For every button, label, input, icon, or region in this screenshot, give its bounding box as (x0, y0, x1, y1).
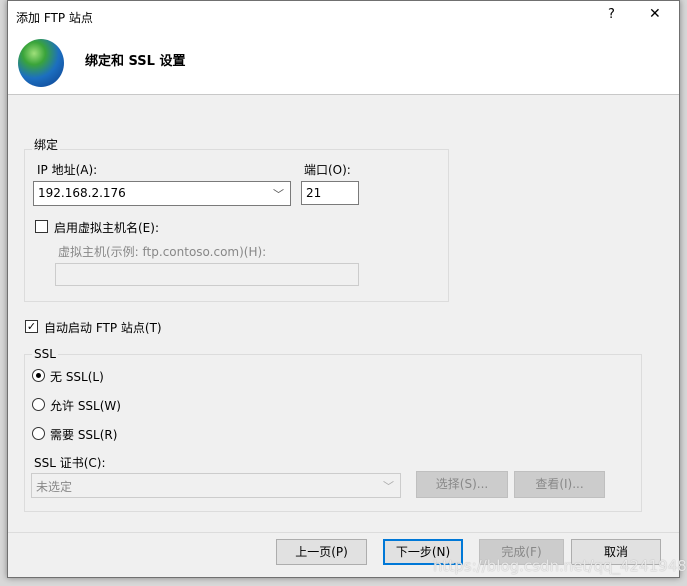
add-ftp-site-dialog: 添加 FTP 站点 ? ✕ 绑定和 SSL 设置 绑定 IP 地址(A): 19… (7, 0, 687, 578)
ssl-group-label: SSL (32, 347, 58, 361)
globe-icon (18, 39, 64, 87)
ssl-cert-label: SSL 证书(C): (34, 456, 106, 470)
close-button[interactable]: ✕ (649, 6, 661, 22)
view-cert-button[interactable]: 查看(I)... (514, 471, 605, 498)
page-heading: 绑定和 SSL 设置 (85, 54, 186, 69)
ssl-require-label: 需要 SSL(R) (50, 428, 118, 442)
select-cert-button[interactable]: 选择(S)... (416, 471, 508, 498)
auto-start-label: 自动启动 FTP 站点(T) (44, 321, 162, 335)
port-label: 端口(O): (304, 163, 351, 177)
auto-start-checkbox[interactable]: ✓ (25, 320, 38, 333)
prev-button[interactable]: 上一页(P) (276, 539, 367, 565)
help-button[interactable]: ? (608, 7, 615, 22)
ssl-allow-label: 允许 SSL(W) (50, 399, 121, 413)
virtual-host-input[interactable] (55, 263, 359, 286)
ip-label: IP 地址(A): (37, 163, 98, 177)
dialog-header: 添加 FTP 站点 ? ✕ 绑定和 SSL 设置 (8, 1, 679, 95)
binding-group-label: 绑定 (32, 136, 61, 153)
ip-value: 192.168.2.176 (38, 186, 126, 200)
ssl-require-radio[interactable] (32, 427, 45, 440)
dialog-title: 添加 FTP 站点 (16, 11, 93, 25)
ssl-allow-radio[interactable] (32, 398, 45, 411)
chevron-down-icon: ﹀ (273, 188, 284, 201)
virtual-host-checkbox-label: 启用虚拟主机名(E): (54, 221, 159, 235)
ssl-none-radio[interactable] (32, 369, 45, 382)
chevron-down-icon: ﹀ (383, 480, 394, 493)
ip-address-combobox[interactable]: 192.168.2.176 ﹀ (33, 181, 291, 206)
ssl-cert-combobox[interactable]: 未选定 ﹀ (31, 473, 401, 498)
virtual-host-checkbox[interactable] (35, 220, 48, 233)
footer-divider (8, 532, 679, 533)
watermark: https://blog.csdn.net/qq_42419483 (433, 557, 687, 575)
ssl-none-label: 无 SSL(L) (50, 370, 104, 384)
virtual-host-label: 虚拟主机(示例: ftp.contoso.com)(H): (58, 245, 267, 259)
port-input[interactable]: 21 (301, 181, 359, 205)
ssl-cert-value: 未选定 (36, 480, 73, 494)
